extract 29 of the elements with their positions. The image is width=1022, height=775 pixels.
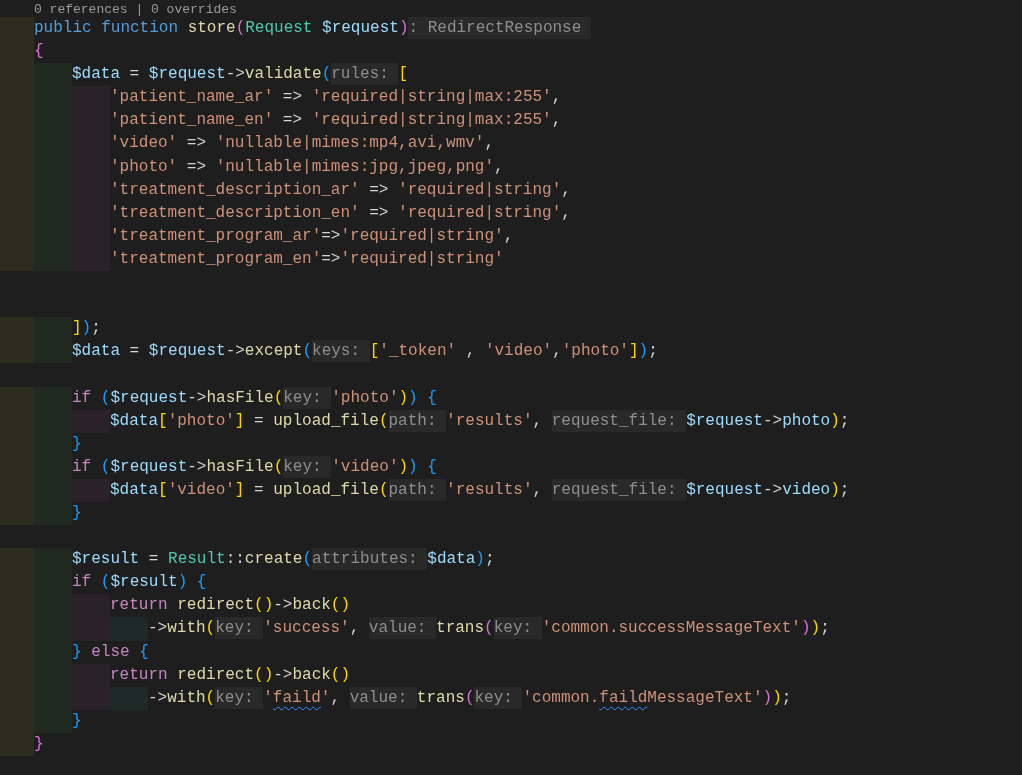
- code-line: }: [72, 502, 82, 524]
- code-line: 'patient_name_ar' => 'required|string|max:255',: [110, 87, 562, 109]
- code-line: $data['photo'] = upload_file(path: 'results', request_file: $request->photo);: [110, 409, 850, 433]
- code-line: if ($request->hasFile(key: 'photo')) {: [72, 386, 437, 410]
- code-line: } else {: [72, 641, 149, 663]
- code-line: 'treatment_description_ar' => 'required|string',: [110, 179, 571, 201]
- code-line: 'treatment_program_ar'=>'required|string',: [110, 225, 514, 247]
- code-line: return redirect()->back(): [110, 664, 351, 686]
- code-line: $data = $request->validate(rules: [: [72, 63, 409, 87]
- code-line: $data['video'] = upload_file(path: 'results', request_file: $request->video);: [110, 478, 850, 502]
- code-line: return redirect()->back(): [110, 595, 351, 617]
- code-line: if ($result) {: [72, 572, 207, 594]
- code-line: ->with(key: 'faild', value: trans(key: 'common.faildMessageText'));: [148, 686, 792, 710]
- code-line: 'patient_name_en' => 'required|string|max:255',: [110, 110, 562, 132]
- code-line: if ($request->hasFile(key: 'video')) {: [72, 455, 437, 479]
- code-line: }: [72, 710, 82, 732]
- code-line: {: [34, 41, 44, 63]
- code-line: $data = $request->except(keys: ['_token' , 'video','photo']);: [72, 340, 658, 364]
- codelens-text[interactable]: 0 references | 0 overrides: [34, 2, 237, 17]
- code-line: public function store(Request $request): RedirectResponse: [34, 17, 591, 41]
- code-line: $result = Result::create(attributes: $data);: [72, 548, 495, 572]
- code-line: 'treatment_description_en' => 'required|string',: [110, 202, 571, 224]
- code-line: 'photo' => 'nullable|mimes:jpg,jpeg,png',: [110, 156, 504, 178]
- code-line: 'treatment_program_en'=>'required|string': [110, 248, 504, 270]
- code-line: }: [72, 433, 82, 455]
- code-line: 'video' => 'nullable|mimes:mp4,avi,wmv',: [110, 133, 495, 155]
- code-line: ->with(key: 'success', value: trans(key: 'common.successMessageText'));: [148, 617, 830, 641]
- code-line: }: [34, 733, 44, 755]
- code-line: ]);: [72, 318, 101, 340]
